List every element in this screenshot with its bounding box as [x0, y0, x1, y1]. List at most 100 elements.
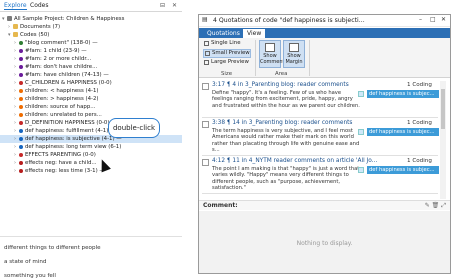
coding-count: 1 Coding [407, 82, 432, 88]
comment-header: Comment: ✎ 🗑 ⤢ [199, 200, 450, 210]
code-tag[interactable]: def happiness is subjec... [367, 90, 439, 98]
quotation-icon [202, 121, 209, 128]
close-icon[interactable]: ✕ [172, 2, 177, 9]
group-label-size: Size [221, 71, 233, 77]
ribbon: Single Line Small Preview Large Preview … [199, 38, 450, 78]
list-item[interactable]: a state of mind [4, 259, 46, 265]
coding-count: 1 Coding [407, 158, 432, 164]
explorer-tabs: Explore Codes ⊟ ✕ [0, 0, 182, 12]
project-icon [7, 16, 12, 21]
window-titlebar: ▤ 4 Quotations of code "def happiness is… [199, 15, 450, 27]
show-comment-button[interactable]: Show Comment [259, 40, 285, 68]
folder-icon [13, 24, 18, 29]
code-item[interactable]: › C_CHILDREN & HAPPINESS (0-0) [14, 79, 112, 87]
size-option-small-preview[interactable]: Small Preview [203, 49, 251, 58]
quotation-text: Define "happy". It's a feeling. Few of u… [212, 90, 360, 109]
quotation-reference[interactable]: 3:17 ¶ 4 in 3_Parenting blog: reader com… [212, 82, 349, 88]
ribbon-divider [255, 40, 256, 76]
bottom-list: different things to different people a s… [0, 236, 182, 280]
comment-placeholder: Nothing to display. [296, 240, 353, 247]
expand-icon[interactable]: ⤢ [441, 202, 446, 209]
delete-icon[interactable]: 🗑 [432, 202, 440, 209]
code-item[interactable]: › effects neg: less time (3-1) — [14, 167, 105, 175]
minimize-icon[interactable]: – [419, 16, 422, 23]
code-color-icon [19, 160, 23, 165]
code-color-icon [19, 144, 23, 149]
code-color-icon [19, 64, 23, 69]
code-tag[interactable]: def happiness is subjec... [367, 166, 439, 174]
quotation-icon [202, 159, 209, 166]
vertical-scrollbar[interactable] [440, 81, 446, 199]
code-color-icon [19, 56, 23, 61]
quotation-text: The term happiness is very subjective, a… [212, 128, 360, 154]
code-item[interactable]: › children: > happiness (4-2) [14, 95, 99, 103]
quotation-card[interactable]: 3:38 ¶ 14 in 3_Parenting blog: reader co… [202, 119, 439, 156]
quotations-list: 3:17 ¶ 4 in 3_Parenting blog: reader com… [199, 79, 450, 199]
edit-icon[interactable]: ✎ [425, 202, 430, 209]
code-color-icon [19, 168, 23, 173]
code-marker-icon [358, 167, 364, 173]
show-margin-button[interactable]: Show Margin [283, 40, 305, 68]
list-icon [204, 60, 209, 65]
close-icon[interactable]: ✕ [441, 16, 446, 23]
tree-item-codes[interactable]: ▾ Codes (50) [8, 31, 49, 39]
code-item[interactable]: › #fam: 1 child (23-9) — [14, 47, 87, 55]
code-color-icon [19, 128, 23, 133]
margin-icon [289, 43, 299, 52]
code-color-icon [19, 72, 23, 77]
code-color-icon [19, 48, 23, 53]
code-color-icon [19, 80, 23, 85]
window-title: 4 Quotations of code "def happiness is s… [213, 17, 365, 24]
ribbon-tabs: Quotations View [199, 28, 450, 38]
quotation-reference[interactable]: 4:12 ¶ 11 in 4_NYTM reader comments on a… [212, 158, 377, 164]
quotation-card[interactable]: 3:17 ¶ 4 in 3_Parenting blog: reader com… [202, 81, 439, 118]
size-option-single-line[interactable]: Single Line [203, 40, 251, 48]
maximize-icon[interactable]: □ [430, 16, 436, 23]
tree-root[interactable]: ▾ All Sample Project: Children & Happines… [2, 15, 124, 23]
code-color-icon [19, 104, 23, 109]
code-item[interactable]: › #fam: have children (74-13) — [14, 71, 109, 79]
tab-view[interactable]: View [243, 29, 266, 38]
scroll-thumb[interactable] [441, 89, 445, 129]
code-color-icon [19, 96, 23, 101]
code-item[interactable]: › #fam: 2 or more childr... [14, 55, 91, 63]
code-color-icon [19, 112, 23, 117]
app-icon: ▤ [202, 16, 208, 23]
code-item[interactable]: › "blog comment" (138-0) — [14, 39, 98, 47]
code-item[interactable]: › D_DEFINITION HAPPINESS (0-0) [14, 119, 109, 127]
code-item[interactable]: › EFFECTS PARENTING (0-0) [14, 151, 96, 159]
tree-item-documents[interactable]: › Documents (7) [8, 23, 60, 31]
code-color-icon [19, 120, 23, 125]
callout-bubble: double-click [108, 118, 160, 138]
code-tag[interactable]: def happiness is subjec... [367, 128, 439, 136]
code-item[interactable]: › children: source of happ... [14, 103, 95, 111]
group-label-area: Area [275, 71, 288, 77]
quotations-window: ▤ 4 Quotations of code "def happiness is… [198, 14, 451, 274]
code-item[interactable]: › effects neg: have a child... [14, 159, 97, 167]
code-item[interactable]: › def happiness: fulfillment (4-1) [14, 127, 108, 135]
list-icon [205, 51, 210, 56]
code-item[interactable]: › def happiness: long term view (6-1) [14, 143, 121, 151]
code-item[interactable]: › children: unrelated to pers... [14, 111, 102, 119]
size-option-large-preview[interactable]: Large Preview [203, 59, 251, 67]
tab-quotations[interactable]: Quotations [203, 29, 244, 38]
code-item[interactable]: › children: < happiness (4-1) [14, 87, 99, 95]
code-color-icon [19, 40, 23, 45]
tab-codes[interactable]: Codes [30, 2, 49, 9]
tab-explore[interactable]: Explore [4, 2, 27, 10]
pin-icon[interactable]: ⊟ [160, 2, 165, 9]
list-item[interactable]: something you fell [4, 273, 56, 279]
ribbon-divider [309, 40, 310, 76]
comment-icon [265, 43, 275, 52]
list-icon [204, 41, 209, 46]
comment-tools: ✎ 🗑 ⤢ [425, 202, 446, 210]
quotation-text: The point I am making is that "happy" is… [212, 166, 360, 192]
code-item[interactable]: › #fam: don't have childre... [14, 63, 97, 71]
comment-area[interactable]: Nothing to display. [199, 211, 450, 273]
quotation-reference[interactable]: 3:38 ¶ 14 in 3_Parenting blog: reader co… [212, 120, 352, 126]
code-color-icon [19, 152, 23, 157]
quotation-card[interactable]: 4:12 ¶ 11 in 4_NYTM reader comments on a… [202, 157, 439, 194]
code-color-icon [19, 88, 23, 93]
comment-label: Comment: [203, 202, 238, 209]
list-item[interactable]: different things to different people [4, 245, 101, 251]
